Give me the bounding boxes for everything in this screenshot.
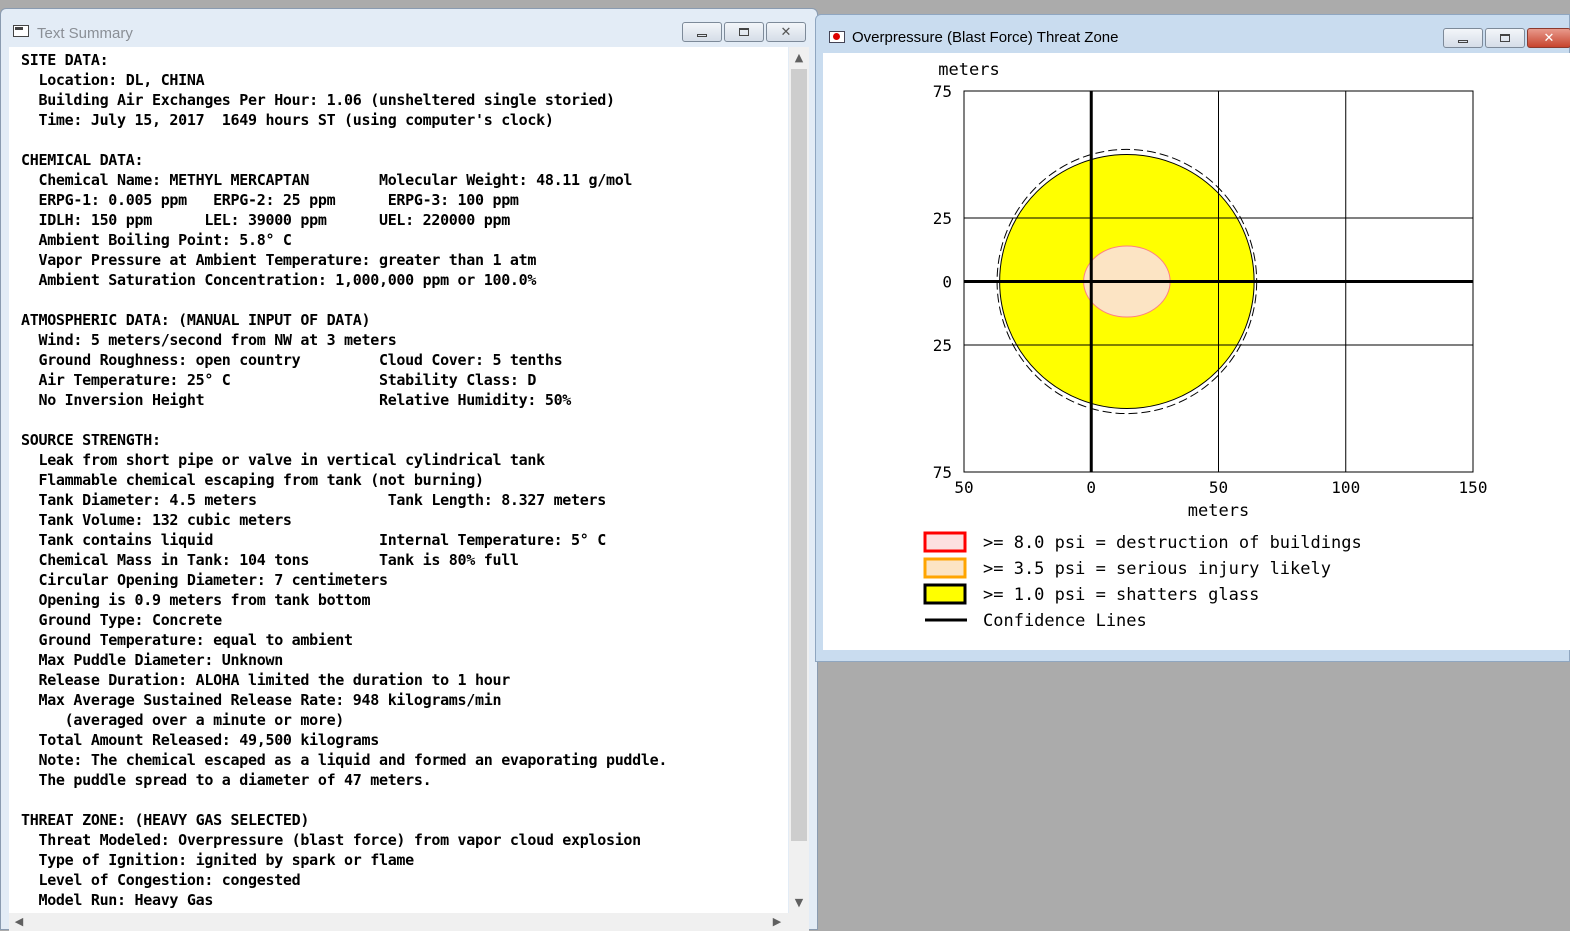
summary-line: Ground Type: Concrete xyxy=(21,611,222,629)
summary-line: Level of Congestion: congested xyxy=(21,871,301,889)
summary-line: Ground Temperature: equal to ambient xyxy=(21,631,353,649)
y-tick-label: 75 xyxy=(933,82,952,101)
summary-line: CHEMICAL DATA: xyxy=(21,151,144,169)
summary-line: Release Duration: ALOHA limited the dura… xyxy=(21,671,510,689)
summary-line: Tank contains liquid Internal Temperatur… xyxy=(21,531,606,549)
maximize-button[interactable] xyxy=(724,22,764,42)
summary-line: Tank Diameter: 4.5 meters Tank Length: 8… xyxy=(21,491,606,509)
x-tick-label: 50 xyxy=(954,478,973,497)
summary-line: Flammable chemical escaping from tank (n… xyxy=(21,471,484,489)
summary-line xyxy=(21,790,788,810)
legend-swatch-red xyxy=(923,531,967,553)
threat-zone-window: Overpressure (Blast Force) Threat Zone ✕… xyxy=(815,14,1570,662)
text-summary-window: Text Summary ✕ SITE DATA: Location: DL, … xyxy=(0,8,818,931)
legend-label: >= 8.0 psi = destruction of buildings xyxy=(983,533,1362,553)
close-icon: ✕ xyxy=(780,24,792,40)
summary-text-area[interactable]: SITE DATA: Location: DL, CHINA Building … xyxy=(9,47,788,913)
vertical-scrollbar[interactable]: ▲ ▼ xyxy=(789,47,809,913)
close-button[interactable]: ✕ xyxy=(1527,28,1570,48)
summary-line xyxy=(21,290,788,310)
summary-line: Chemical Mass in Tank: 104 tons Tank is … xyxy=(21,551,519,569)
summary-line: Wind: 5 meters/second from NW at 3 meter… xyxy=(21,331,397,349)
maximize-button[interactable] xyxy=(1485,28,1525,48)
summary-line: ERPG-1: 0.005 ppm ERPG-2: 25 ppm ERPG-3:… xyxy=(21,191,519,209)
summary-line: Tank Volume: 132 cubic meters xyxy=(21,511,292,529)
summary-line: Air Temperature: 25° C Stability Class: … xyxy=(21,371,537,389)
summary-line: Max Average Sustained Release Rate: 948 … xyxy=(21,691,502,709)
summary-line xyxy=(21,410,788,430)
window-title: Overpressure (Blast Force) Threat Zone xyxy=(852,29,1119,46)
close-icon: ✕ xyxy=(1543,30,1555,46)
minimize-icon xyxy=(1458,39,1468,43)
text-summary-titlebar[interactable]: Text Summary ✕ xyxy=(1,9,817,47)
window-icon xyxy=(13,25,29,37)
summary-line: The puddle spread to a diameter of 47 me… xyxy=(21,771,432,789)
minimize-button[interactable] xyxy=(682,22,722,42)
scroll-up-icon[interactable]: ▲ xyxy=(789,51,809,64)
legend-label: >= 3.5 psi = serious injury likely xyxy=(983,559,1331,579)
x-tick-label: 0 xyxy=(1086,478,1096,497)
summary-line: Circular Opening Diameter: 7 centimeters xyxy=(21,571,388,589)
maximize-icon xyxy=(739,28,749,36)
x-tick-label: 150 xyxy=(1459,478,1488,497)
summary-line: Threat Modeled: Overpressure (blast forc… xyxy=(21,831,641,849)
summary-line: Note: The chemical escaped as a liquid a… xyxy=(21,751,668,769)
threat-zone-plot-area: meters meters 75 25 0 25 75 50 0 50 100 150 >= 8.0 p… xyxy=(823,53,1570,650)
summary-line: Vapor Pressure at Ambient Temperature: g… xyxy=(21,251,537,269)
horizontal-scrollbar[interactable]: ◀ ▶ xyxy=(9,913,809,931)
summary-line: Time: July 15, 2017 1649 hours ST (using… xyxy=(21,111,554,129)
summary-line: Total Amount Released: 49,500 kilograms xyxy=(21,731,379,749)
summary-line: Chemical Name: METHYL MERCAPTAN Molecula… xyxy=(21,171,633,189)
summary-line: (averaged over a minute or more) xyxy=(21,711,345,729)
x-tick-label: 100 xyxy=(1331,478,1360,497)
summary-line: Ground Roughness: open country Cloud Cov… xyxy=(21,351,563,369)
scroll-down-icon[interactable]: ▼ xyxy=(789,896,809,909)
summary-line: SOURCE STRENGTH: xyxy=(21,431,161,449)
summary-line: IDLH: 150 ppm LEL: 39000 ppm UEL: 220000… xyxy=(21,211,510,229)
y-tick-label: 75 xyxy=(933,463,952,482)
summary-line: Leak from short pipe or valve in vertica… xyxy=(21,451,545,469)
scrollbar-thumb[interactable] xyxy=(791,69,807,841)
summary-line: SITE DATA: xyxy=(21,51,109,69)
legend-label: >= 1.0 psi = shatters glass xyxy=(983,585,1259,605)
maximize-icon xyxy=(1500,34,1510,42)
legend-swatch-orange xyxy=(923,557,967,579)
close-button[interactable]: ✕ xyxy=(766,22,806,42)
summary-line: ATMOSPHERIC DATA: (MANUAL INPUT OF DATA) xyxy=(21,311,371,329)
summary-line: THREAT ZONE: (HEAVY GAS SELECTED) xyxy=(21,811,310,829)
summary-line: Ambient Boiling Point: 5.8° C xyxy=(21,231,292,249)
threat-zone-chart: metersmeters75250257550 0 50 100 150>= 8.0 p… xyxy=(923,60,1488,631)
summary-line: Model Run: Heavy Gas xyxy=(21,891,214,909)
summary-line: Ambient Saturation Concentration: 1,000,… xyxy=(21,271,537,289)
minimize-icon xyxy=(697,33,707,37)
scroll-right-icon[interactable]: ▶ xyxy=(771,915,783,928)
summary-line: Max Puddle Diameter: Unknown xyxy=(21,651,283,669)
summary-line: Location: DL, CHINA xyxy=(21,71,205,89)
summary-line: Building Air Exchanges Per Hour: 1.06 (u… xyxy=(21,91,615,109)
legend-label: Confidence Lines xyxy=(983,611,1147,631)
y-tick-label: 25 xyxy=(933,336,952,355)
summary-line: Opening is 0.9 meters from tank bottom xyxy=(21,591,371,609)
window-title: Text Summary xyxy=(37,25,133,42)
summary-line: No Inversion Height Relative Humidity: 5… xyxy=(21,391,572,409)
y-axis-label: meters xyxy=(938,60,999,80)
minimize-button[interactable] xyxy=(1443,28,1483,48)
summary-line: Type of Ignition: ignited by spark or fl… xyxy=(21,851,414,869)
x-axis-label: meters xyxy=(1188,501,1249,521)
summary-text: SITE DATA: Location: DL, CHINA Building … xyxy=(9,47,788,910)
scroll-left-icon[interactable]: ◀ xyxy=(13,915,25,928)
y-tick-label: 25 xyxy=(933,209,952,228)
window-icon xyxy=(829,31,845,43)
x-tick-label: 50 xyxy=(1209,478,1228,497)
summary-line xyxy=(21,130,788,150)
legend-swatch-yellow xyxy=(923,583,967,605)
y-tick-label: 0 xyxy=(942,273,952,292)
